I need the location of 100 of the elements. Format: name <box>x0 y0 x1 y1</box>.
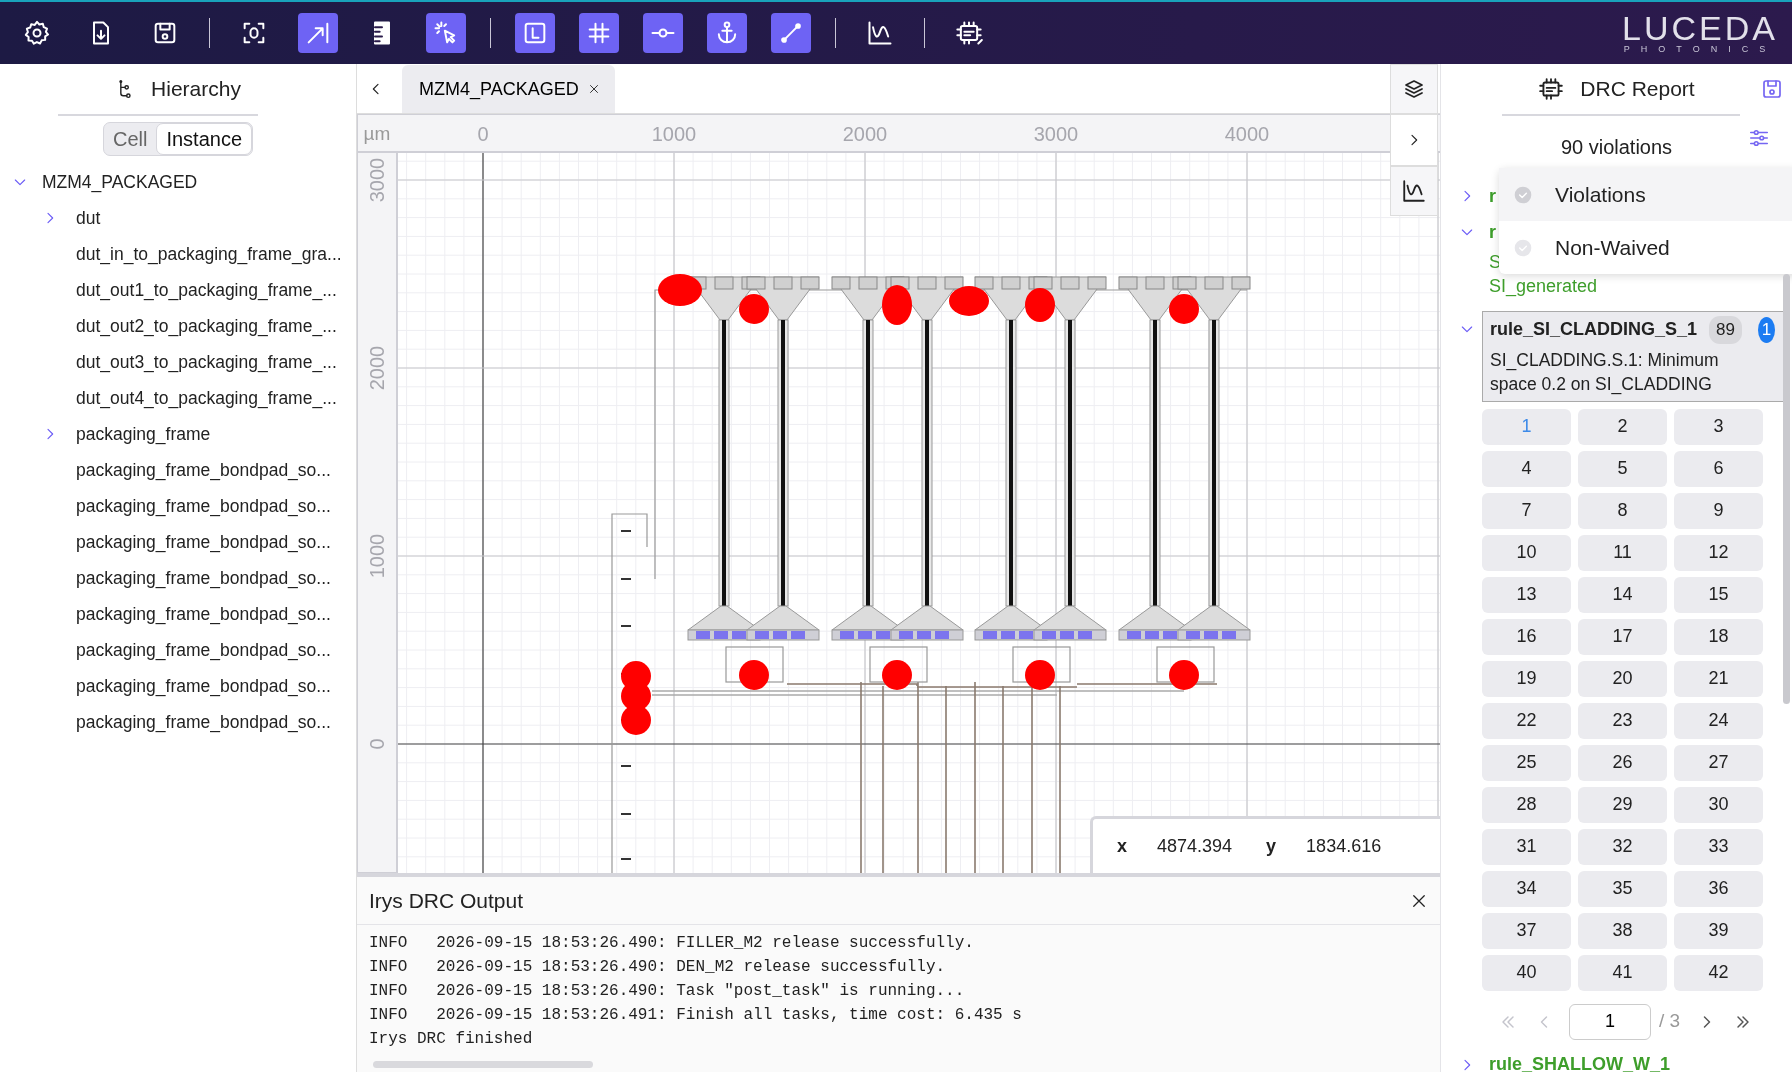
square-l-button[interactable] <box>515 13 555 53</box>
violation-button[interactable]: 33 <box>1674 828 1763 865</box>
violation-marker[interactable] <box>1025 660 1055 690</box>
violation-button[interactable]: 18 <box>1674 618 1763 655</box>
violation-button[interactable]: 14 <box>1578 576 1667 613</box>
tab[interactable]: MZM4_PACKAGED <box>402 65 615 113</box>
violation-button[interactable]: 6 <box>1674 450 1763 487</box>
toggle-option[interactable]: Cell <box>103 123 157 155</box>
scrollbar[interactable] <box>1783 274 1790 704</box>
menu-item[interactable]: Non-Waived <box>1499 221 1792 274</box>
filter-icon[interactable] <box>1748 127 1770 149</box>
violation-marker[interactable] <box>1025 288 1055 322</box>
tree-item[interactable]: packaging_frame_bondpad_so... <box>76 672 331 700</box>
chart-icon <box>866 19 894 47</box>
tree-item[interactable]: dut_in_to_packaging_frame_gra... <box>76 240 342 268</box>
violation-marker[interactable] <box>658 274 702 306</box>
violation-button[interactable]: 40 <box>1482 954 1571 991</box>
tree-item[interactable]: packaging_frame <box>76 420 211 448</box>
cursor-button[interactable] <box>426 13 466 53</box>
violation-button[interactable]: 7 <box>1482 492 1571 529</box>
toggle-option[interactable]: Instance <box>156 123 253 155</box>
violation-button[interactable]: 8 <box>1578 492 1667 529</box>
violation-button[interactable]: 34 <box>1482 870 1571 907</box>
violation-button[interactable]: 30 <box>1674 786 1763 823</box>
axis-label: 0 <box>477 123 489 145</box>
violation-button[interactable]: 39 <box>1674 912 1763 949</box>
violation-button[interactable]: 17 <box>1578 618 1667 655</box>
violation-button[interactable]: 25 <box>1482 744 1571 781</box>
violation-button[interactable]: 4 <box>1482 450 1571 487</box>
tree-item[interactable]: packaging_frame_bondpad_so... <box>76 456 331 484</box>
tree-item[interactable]: packaging_frame_bondpad_so... <box>76 564 331 592</box>
violation-button[interactable]: 3 <box>1674 408 1763 445</box>
violation-button[interactable]: 41 <box>1578 954 1667 991</box>
violation-marker[interactable] <box>739 660 769 690</box>
arrow-button[interactable] <box>298 13 338 53</box>
violation-button[interactable]: 22 <box>1482 702 1571 739</box>
grid-button[interactable] <box>579 13 619 53</box>
violation-button[interactable]: 26 <box>1578 744 1667 781</box>
violation-button[interactable]: 10 <box>1482 534 1571 571</box>
line-button[interactable] <box>771 13 811 53</box>
count-badge: 89 <box>1709 316 1742 344</box>
violation-button[interactable]: 42 <box>1674 954 1763 991</box>
violation-button[interactable]: 11 <box>1578 534 1667 571</box>
violation-button[interactable]: 19 <box>1482 660 1571 697</box>
log-line: INFO 2026-09-15 18:53:26.490: DEN_M2 release successfully. <box>368 957 947 978</box>
tree-item[interactable]: packaging_frame_bondpad_so... <box>76 528 331 556</box>
violation-marker[interactable] <box>1169 294 1199 324</box>
tree-item[interactable]: dut_out3_to_packaging_frame_... <box>76 348 337 376</box>
scrollbar[interactable] <box>373 1061 593 1068</box>
violation-button[interactable]: 27 <box>1674 744 1763 781</box>
tree-item[interactable]: dut_out1_to_packaging_frame_... <box>76 276 337 304</box>
violation-button[interactable]: 20 <box>1578 660 1667 697</box>
violation-button[interactable]: 38 <box>1578 912 1667 949</box>
tree-item[interactable]: MZM4_PACKAGED <box>42 168 198 196</box>
violation-marker[interactable] <box>1169 660 1199 690</box>
violation-button[interactable]: 37 <box>1482 912 1571 949</box>
violation-button[interactable]: 24 <box>1674 702 1763 739</box>
tree-item[interactable]: dut_out4_to_packaging_frame_... <box>76 384 337 412</box>
violation-marker[interactable] <box>949 286 989 316</box>
violation-button[interactable]: 16 <box>1482 618 1571 655</box>
node-button[interactable] <box>643 13 683 53</box>
layers-icon <box>1402 77 1426 101</box>
panel-title: Hierarchy <box>151 76 241 103</box>
violation-button[interactable]: 13 <box>1482 576 1571 613</box>
tree-item[interactable]: packaging_frame_bondpad_so... <box>76 492 331 520</box>
violation-button[interactable]: 15 <box>1674 576 1763 613</box>
violation-marker[interactable] <box>882 285 912 325</box>
violation-button[interactable]: 29 <box>1578 786 1667 823</box>
tree-item[interactable]: dut_out2_to_packaging_frame_... <box>76 312 337 340</box>
log-line: INFO 2026-09-15 18:53:26.490: FILLER_M2 release successfully. <box>368 933 975 954</box>
violation-marker[interactable] <box>739 294 769 324</box>
violation-button[interactable]: 21 <box>1674 660 1763 697</box>
violation-count: 90 violations <box>1560 135 1673 160</box>
chart-button[interactable] <box>1390 166 1438 216</box>
axis-label: 2000 <box>366 345 388 391</box>
violation-button[interactable]: 9 <box>1674 492 1763 529</box>
violation-button[interactable]: 31 <box>1482 828 1571 865</box>
violation-button[interactable]: 36 <box>1674 870 1763 907</box>
violation-marker[interactable] <box>882 660 912 690</box>
rule-description: SI_generated <box>1489 276 1598 296</box>
count-badge: 1 <box>1758 316 1775 343</box>
violation-button[interactable]: 35 <box>1578 870 1667 907</box>
violation-marker[interactable] <box>621 705 651 735</box>
violation-button[interactable]: 28 <box>1482 786 1571 823</box>
violation-button[interactable]: 5 <box>1578 450 1667 487</box>
tree-item[interactable]: packaging_frame_bondpad_so... <box>76 600 331 628</box>
panel-title: DRC Report <box>1580 76 1695 103</box>
violation-button[interactable]: 2 <box>1578 408 1667 445</box>
menu-item[interactable]: Violations <box>1499 168 1792 221</box>
tree-item[interactable]: dut <box>76 204 101 232</box>
rule-item[interactable]: rule_SI_CLADDING_S_1 89 1 SI_CLADDING.S.1: Minimum space 0.2 on SI_CLADDING <box>1482 311 1784 402</box>
violation-button[interactable]: 32 <box>1578 828 1667 865</box>
anchor-button[interactable] <box>707 13 747 53</box>
save-icon[interactable] <box>1760 77 1784 101</box>
layers-button[interactable] <box>1390 64 1438 114</box>
tree-item[interactable]: packaging_frame_bondpad_so... <box>76 636 331 664</box>
violation-button[interactable]: 12 <box>1674 534 1763 571</box>
page-input[interactable]: 1 <box>1569 1003 1651 1040</box>
violation-button[interactable]: 23 <box>1578 702 1667 739</box>
tree-item[interactable]: packaging_frame_bondpad_so... <box>76 708 331 736</box>
